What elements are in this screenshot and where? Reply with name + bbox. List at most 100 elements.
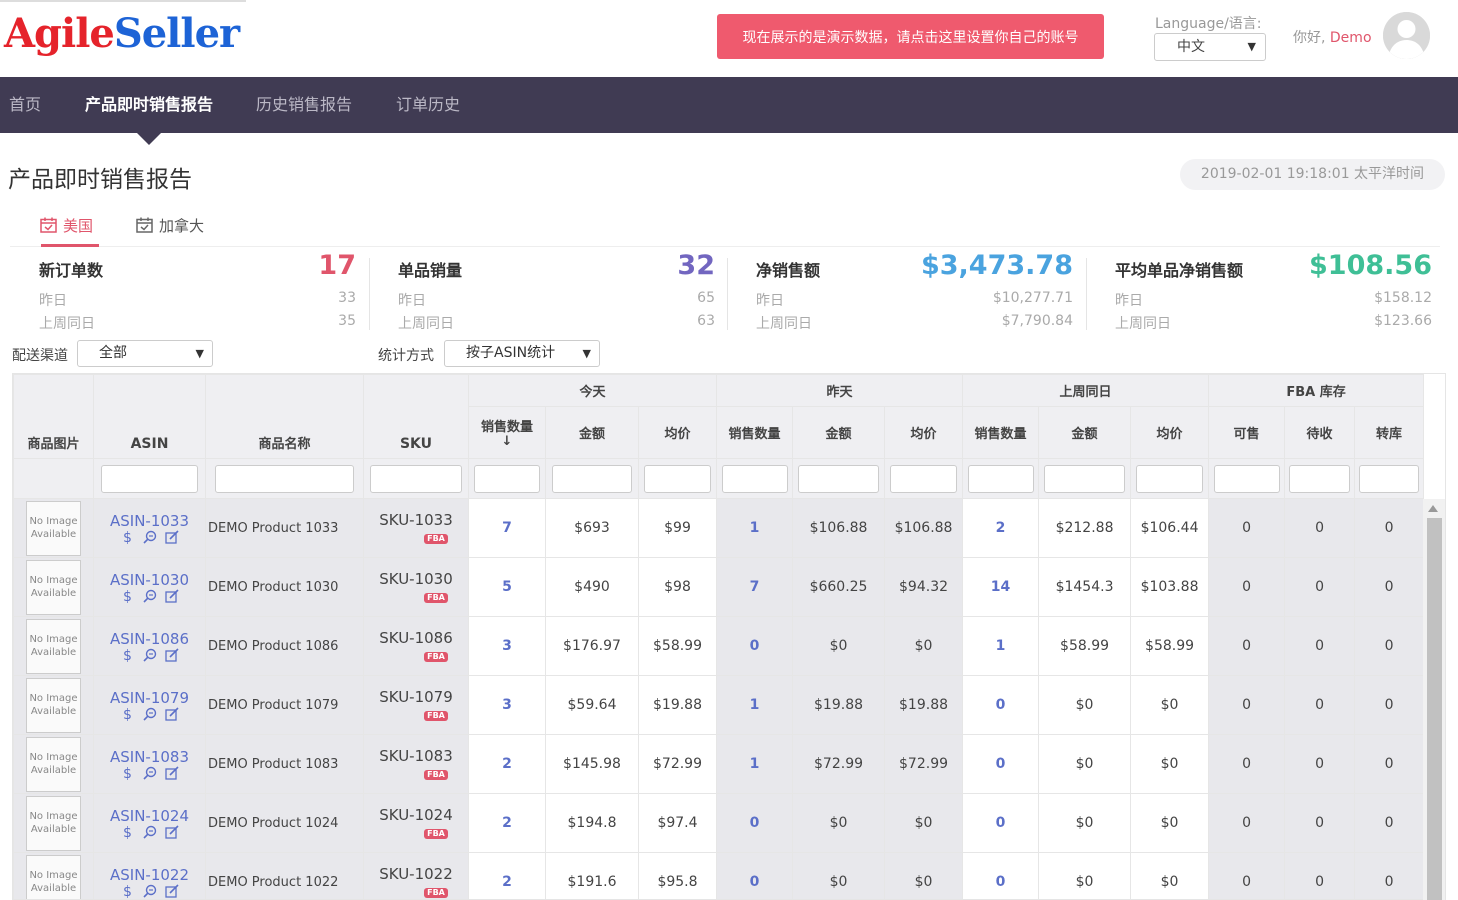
col-header-name[interactable]: 商品名称	[205, 374, 364, 459]
edit-icon[interactable]	[164, 530, 179, 544]
col-header-lastweek-qty[interactable]: 销售数量	[962, 406, 1040, 459]
col-header-yesterday-amount[interactable]: 金额	[792, 406, 886, 459]
yesterday-amount-cell: $0	[792, 852, 886, 899]
demo-data-notice-button[interactable]: 现在展示的是演示数据，请点击这里设置你自己的账号	[717, 14, 1104, 59]
fba-inbound-filter-input[interactable]	[1289, 464, 1350, 493]
lastweek-qty-cell: 1	[962, 616, 1040, 676]
dollar-icon[interactable]: $	[120, 766, 134, 782]
asin-link[interactable]: ASIN-1079	[95, 689, 205, 707]
col-header-today-avg[interactable]: 均价	[637, 406, 718, 459]
col-header-sku[interactable]: SKU	[363, 374, 469, 459]
product-name-cell: DEMO Product 1086	[205, 616, 364, 676]
col-header-yesterday-qty[interactable]: 销售数量	[716, 406, 794, 459]
dollar-icon[interactable]: $	[120, 707, 134, 723]
today-avg-filter-input[interactable]	[643, 464, 712, 493]
asin-actions: $	[95, 648, 205, 664]
filter-cell	[205, 458, 364, 499]
dollar-icon[interactable]: $	[120, 884, 134, 899]
stat-label: 单品销量	[398, 261, 463, 280]
stat-yesterday-value: $10,277.71	[992, 290, 1073, 306]
sku-text: SKU-1083	[379, 747, 453, 765]
sales-table-grid: 商品图片 ASIN 商品名称 SKU 今天 昨天 上周同日 FBA 库存 销售数…	[13, 374, 1425, 899]
yesterday-qty-cell: 7	[716, 557, 794, 617]
today-qty-filter-input[interactable]	[473, 464, 541, 493]
col-header-lastweek-amount[interactable]: 金额	[1038, 406, 1132, 459]
country-tabs: 美国 加拿大	[10, 205, 1440, 247]
nav-item-order-history[interactable]: 订单历史	[396, 77, 460, 133]
edit-icon[interactable]	[164, 766, 179, 780]
fba-inbound-cell: 0	[1284, 852, 1356, 899]
avatar[interactable]	[1383, 12, 1430, 59]
stat-mode-select[interactable]: 按子ASIN统计 ▼	[444, 340, 600, 367]
asin-link[interactable]: ASIN-1083	[95, 748, 205, 766]
dollar-icon[interactable]: $	[120, 648, 134, 664]
search-icon[interactable]	[142, 884, 157, 898]
yesterday-avg-cell: $0	[884, 793, 964, 853]
channel-filter-label: 配送渠道	[12, 348, 68, 364]
channel-filter-select[interactable]: 全部 ▼	[77, 340, 213, 367]
dollar-icon[interactable]: $	[120, 530, 134, 546]
yesterday-amount-cell: $660.25	[792, 557, 886, 617]
nav-item-realtime-report[interactable]: 产品即时销售报告	[85, 77, 213, 133]
col-header-fba-transfer[interactable]: 转库	[1354, 406, 1425, 459]
col-header-today-amount[interactable]: 金额	[545, 406, 639, 459]
edit-icon[interactable]	[164, 707, 179, 721]
col-header-fba-inbound[interactable]: 待收	[1284, 406, 1356, 459]
username-link[interactable]: Demo	[1330, 30, 1372, 46]
language-select[interactable]: 中文 ▼	[1154, 33, 1266, 61]
col-header-asin[interactable]: ASIN	[93, 374, 206, 459]
name-filter-input[interactable]	[215, 464, 354, 493]
search-icon[interactable]	[142, 589, 157, 603]
stat-value: $108.56	[1309, 250, 1432, 281]
col-header-yesterday-avg[interactable]: 均价	[884, 406, 964, 459]
lastweek-amount-filter-input[interactable]	[1044, 464, 1125, 493]
fba-transfer-filter-input[interactable]	[1359, 464, 1419, 493]
yesterday-amount-filter-input[interactable]	[798, 464, 879, 493]
asin-link[interactable]: ASIN-1022	[95, 866, 205, 884]
asin-link[interactable]: ASIN-1086	[95, 630, 205, 648]
search-icon[interactable]	[142, 766, 157, 780]
today-avg-cell: $19.88	[637, 675, 718, 735]
table-body: No Image Available ASIN-1033 $ DEMO Produ…	[13, 498, 1425, 899]
edit-icon[interactable]	[164, 589, 179, 603]
sku-filter-input[interactable]	[370, 464, 462, 493]
search-icon[interactable]	[142, 825, 157, 839]
today-amount-cell: $145.98	[545, 734, 639, 794]
search-icon[interactable]	[142, 648, 157, 662]
today-amount-filter-input[interactable]	[551, 464, 633, 493]
dollar-icon[interactable]: $	[120, 825, 134, 841]
scrollbar-thumb[interactable]	[1427, 518, 1442, 900]
tab-us[interactable]: 美国	[40, 215, 93, 236]
lastweek-avg-cell: $103.88	[1130, 557, 1210, 617]
scroll-up-arrow-icon[interactable]	[1428, 505, 1438, 512]
no-image-text: Available	[30, 883, 77, 894]
yesterday-avg-filter-input[interactable]	[889, 464, 958, 493]
edit-icon[interactable]	[164, 884, 179, 898]
no-image-text: No Image	[29, 870, 78, 881]
asin-link[interactable]: ASIN-1024	[95, 807, 205, 825]
yesterday-qty-filter-input[interactable]	[721, 464, 788, 493]
nav-item-home[interactable]: 首页	[9, 77, 41, 133]
nav-item-history-report[interactable]: 历史销售报告	[256, 77, 352, 133]
svg-text:$: $	[123, 648, 132, 662]
lastweek-amount-cell: $1454.3	[1038, 557, 1132, 617]
edit-icon[interactable]	[164, 825, 179, 839]
tab-canada[interactable]: 加拿大	[136, 215, 204, 236]
search-icon[interactable]	[142, 530, 157, 544]
col-header-today-qty[interactable]: 销售数量 ↓	[468, 406, 546, 459]
image-cell: No Image Available	[13, 675, 94, 735]
col-header-fba-sellable[interactable]: 可售	[1208, 406, 1286, 459]
asin-link[interactable]: ASIN-1030	[95, 571, 205, 589]
edit-icon[interactable]	[164, 648, 179, 662]
fba-sellable-filter-input[interactable]	[1213, 464, 1280, 493]
dollar-icon[interactable]: $	[120, 589, 134, 605]
lastweek-qty-filter-input[interactable]	[967, 464, 1034, 493]
asin-cell: ASIN-1024 $	[93, 793, 206, 853]
search-icon[interactable]	[142, 707, 157, 721]
col-header-lastweek-avg[interactable]: 均价	[1130, 406, 1210, 459]
logo[interactable]: AgileSeller	[4, 8, 240, 60]
asin-link[interactable]: ASIN-1033	[95, 512, 205, 530]
lastweek-avg-filter-input[interactable]	[1135, 464, 1204, 493]
asin-filter-input[interactable]	[100, 464, 199, 493]
table-row: No Image Available ASIN-1086 $ DEMO Produ…	[13, 616, 1425, 676]
